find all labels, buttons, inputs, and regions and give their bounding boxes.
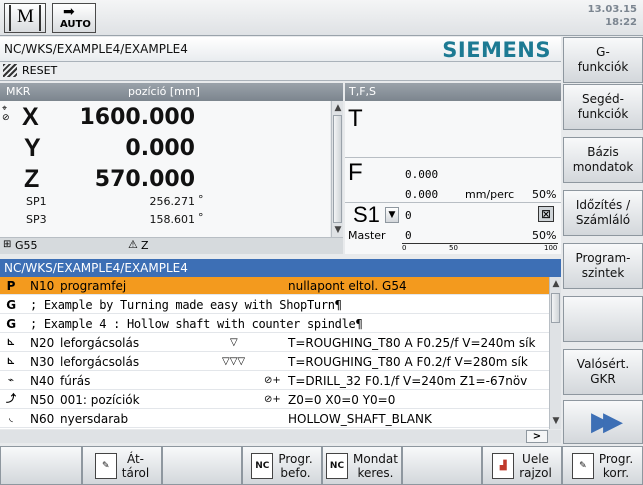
siemens-logo: SIEMENS bbox=[442, 38, 551, 62]
program-row[interactable]: ⌁ N40 fúrás ⊘+ T=DRILL_32 F0.1/f V=240m … bbox=[0, 372, 549, 390]
program-list[interactable]: P N10 programfej nullapont eltol. G54 G … bbox=[0, 277, 549, 429]
axis-symbol-icon: ⌖ ⊘ bbox=[2, 104, 10, 123]
program-path: NC/WKS/EXAMPLE4/EXAMPLE4 bbox=[4, 42, 188, 56]
program-row[interactable]: ◟ N60 nyersdarab HOLLOW_SHAFT_BLANK bbox=[0, 410, 549, 428]
program-scrollbar[interactable]: ▲ ▼ bbox=[549, 277, 561, 429]
tool-label: T bbox=[348, 105, 363, 132]
program-row[interactable]: G ; Example by Turning made easy with Sh… bbox=[0, 296, 549, 314]
spindle-value-sp3: 158.601 bbox=[149, 213, 196, 226]
double-arrow-right-icon: ▶▶ bbox=[591, 406, 623, 437]
axis-panel-header: MKR pozíció [mm] bbox=[0, 83, 343, 101]
scroll-right-icon[interactable]: > bbox=[526, 430, 548, 443]
softkey-next[interactable]: ▶▶ bbox=[563, 400, 643, 444]
axis-panel: ⌖ ⊘ X 1600.000 Y 0.000 Z 570.000 SP1 256.… bbox=[0, 101, 330, 237]
mode-auto-button[interactable]: ➡ AUTO bbox=[52, 3, 96, 33]
master-override: 50% bbox=[532, 229, 557, 242]
feed-override: 50% bbox=[532, 188, 557, 201]
spindle-label: S1 bbox=[353, 202, 380, 227]
tfs-panel-header: T,F,S bbox=[345, 83, 561, 101]
nc-icon: NC bbox=[251, 452, 274, 479]
draw-icon: ▟ bbox=[492, 452, 515, 479]
master-label: Master bbox=[348, 229, 386, 242]
softkey-transfer[interactable]: ✎ Át- tárol bbox=[82, 446, 162, 485]
program-panel-header: NC/WKS/EXAMPLE4/EXAMPLE4 bbox=[0, 259, 561, 277]
softkey-h6[interactable] bbox=[402, 446, 482, 485]
axis-value-z: 570.000 bbox=[94, 167, 195, 192]
program-row[interactable]: P N10 programfej nullapont eltol. G54 bbox=[0, 277, 549, 295]
auto-arrow-icon: ➡ bbox=[63, 4, 75, 20]
program-hscrollbar[interactable]: > bbox=[0, 430, 561, 443]
softkey-h1[interactable] bbox=[0, 446, 82, 485]
program-row[interactable]: ⤴ N50 001: pozíciók ⊘+ Z0=0 X0=0 Y0=0 bbox=[0, 391, 549, 409]
spindle-name-sp1: SP1 bbox=[26, 195, 47, 208]
drilling-icon: ⌁ bbox=[7, 375, 15, 386]
spindle-load-bar bbox=[402, 243, 558, 244]
nc-icon: NC bbox=[326, 452, 348, 479]
softkey-program-influence[interactable]: NC Progr. befo. bbox=[242, 446, 322, 485]
reset-icon bbox=[3, 64, 17, 77]
softkey-aux-functions[interactable]: Segéd- funkciók bbox=[563, 84, 643, 130]
spindle-value: 0 bbox=[405, 209, 412, 222]
spindle-select-dropdown[interactable]: ▼ bbox=[385, 207, 399, 223]
softkey-empty-6[interactable] bbox=[563, 296, 643, 342]
path-bar: NC/WKS/EXAMPLE4/EXAMPLE4 SIEMENS bbox=[0, 37, 561, 62]
softkey-program-correction[interactable]: ✎ Progr. korr. bbox=[562, 446, 643, 485]
axis-name-y: Y bbox=[24, 134, 41, 162]
spindle-stop-icon: ⊠ bbox=[538, 206, 554, 222]
program-row[interactable]: ⊾ N30 leforgácsolás ▽▽▽ T=ROUGHING_T80 A… bbox=[0, 353, 549, 371]
blank-icon: ◟ bbox=[9, 413, 13, 424]
master-value: 0 bbox=[405, 229, 412, 242]
softkey-actual-values-gkr[interactable]: Valósért. GKR bbox=[563, 349, 643, 395]
scroll-up-icon[interactable]: ▲ bbox=[332, 102, 344, 114]
axis-value-y: 0.000 bbox=[125, 136, 195, 161]
softkey-timer-counter[interactable]: Időzítés / Számláló bbox=[563, 190, 643, 236]
feed-label: F bbox=[348, 159, 363, 186]
positions-icon: ⤴ bbox=[6, 394, 16, 405]
edit-icon: ✎ bbox=[94, 452, 117, 479]
softkey-h3[interactable] bbox=[162, 446, 242, 485]
edit-icon: ✎ bbox=[571, 452, 594, 479]
program-row[interactable]: ⊾ N20 leforgácsolás ▽ T=ROUGHING_T80 A F… bbox=[0, 334, 549, 352]
softkey-simultaneous-draw[interactable]: ▟ Uele rajzol bbox=[482, 446, 562, 485]
date-time: 13.03.15 18:22 bbox=[587, 4, 637, 28]
feed-unit: mm/perc bbox=[465, 188, 515, 201]
axis-scrollbar[interactable]: ▲ ▼ bbox=[331, 101, 343, 237]
triangle-icon: ⚠ bbox=[128, 238, 138, 251]
roughing-icon: ⊾ bbox=[6, 337, 16, 348]
channel-state-bar: RESET bbox=[0, 62, 561, 81]
mode-m-button[interactable]: M bbox=[4, 3, 46, 33]
work-offset-icon: ⊞ bbox=[3, 239, 12, 250]
spindle-value-sp1: 256.271 bbox=[149, 195, 196, 208]
top-status-bar: M ➡ AUTO 13.03.15 18:22 bbox=[0, 0, 643, 36]
scroll-thumb[interactable] bbox=[551, 293, 560, 323]
axis-name-x: X bbox=[22, 103, 39, 131]
softkey-basic-blocks[interactable]: Bázis mondatok bbox=[563, 137, 643, 183]
feed-actual: 0.000 bbox=[405, 188, 439, 201]
feed-value: 0.000 bbox=[405, 168, 439, 181]
scroll-thumb[interactable] bbox=[333, 115, 342, 223]
program-row[interactable]: G ; Example 4 : Hollow shaft with counte… bbox=[0, 315, 549, 333]
work-offset-bar: ⊞ G55 ⚠ Z bbox=[0, 237, 343, 254]
softkey-program-levels[interactable]: Program- szintek bbox=[563, 243, 643, 289]
softkey-g-functions[interactable]: G- funkciók bbox=[563, 37, 643, 83]
scroll-down-icon[interactable]: ▼ bbox=[550, 415, 562, 427]
softkey-block-search[interactable]: NC Mondat keres. bbox=[322, 446, 402, 485]
tfs-panel: T F 0.000 0.000 mm/perc 50% S1 ▼ 0 ⊠ Mas… bbox=[345, 101, 561, 254]
spindle-name-sp3: SP3 bbox=[26, 213, 47, 226]
scroll-up-icon[interactable]: ▲ bbox=[550, 278, 562, 290]
roughing-icon: ⊾ bbox=[6, 356, 16, 367]
axis-value-x: 1600.000 bbox=[79, 105, 195, 130]
axis-name-z: Z bbox=[24, 165, 40, 193]
scroll-down-icon[interactable]: ▼ bbox=[332, 224, 344, 236]
